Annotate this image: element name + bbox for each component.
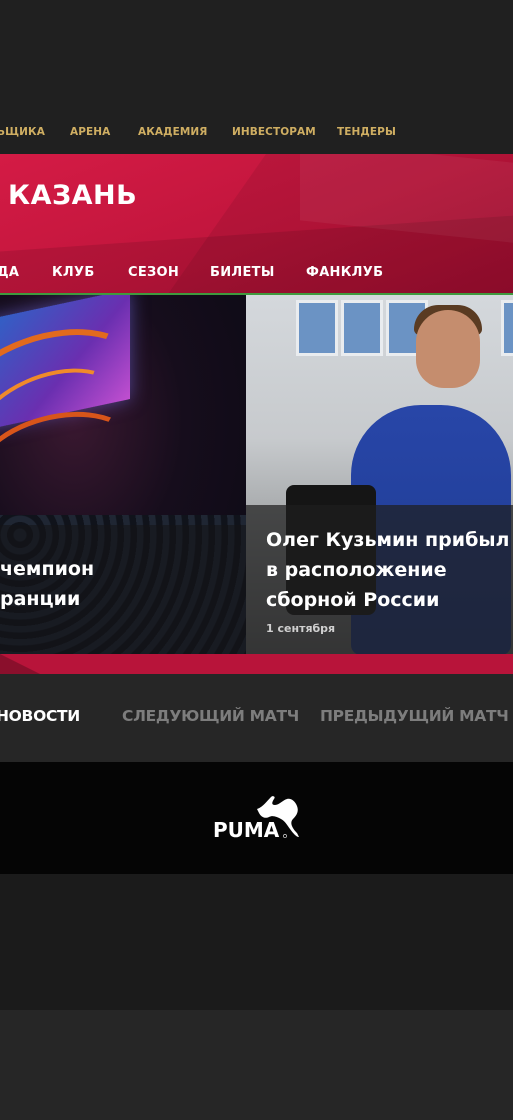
top-nav-item-tenders[interactable]: ТЕНДЕРЫ: [337, 126, 396, 138]
main-nav-item-fanclub[interactable]: ФАНКЛУБ: [306, 265, 383, 280]
main-nav-item-club[interactable]: КЛУБ: [52, 265, 95, 280]
main-nav-item-team[interactable]: ДА: [0, 265, 19, 280]
footer-bottom: [0, 1010, 513, 1120]
news-slide-kuzmin[interactable]: Олег Кузьмин прибыл в расположение сборн…: [246, 295, 513, 654]
divider-accent: [0, 654, 40, 674]
main-nav-item-season[interactable]: СЕЗОН: [128, 265, 179, 280]
slide-title-line-1[interactable]: чемпион: [0, 558, 94, 580]
slide-date: 1 сентября: [266, 622, 336, 635]
tab-next-match[interactable]: СЛЕДУЮЩИЙ МАТЧ: [122, 707, 299, 725]
content-tabs: НОВОСТИ СЛЕДУЮЩИЙ МАТЧ ПРЕДЫДУЩИЙ МАТЧ: [0, 674, 513, 762]
top-nav-item-investors[interactable]: ИНВЕСТОРАМ: [232, 126, 316, 138]
tab-previous-match[interactable]: ПРЕДЫДУЩИЙ МАТЧ: [320, 707, 509, 725]
slide-title[interactable]: Олег Кузьмин прибыл в расположение сборн…: [266, 525, 511, 615]
slide-title-line-2[interactable]: ранции: [0, 588, 80, 610]
building-window: [341, 300, 383, 356]
tab-news[interactable]: НОВОСТИ: [0, 707, 80, 725]
news-slide-ceremony[interactable]: чемпион ранции: [0, 295, 246, 654]
registered-mark: [283, 834, 287, 838]
building-window: [501, 300, 513, 356]
main-nav-item-tickets[interactable]: БИЛЕТЫ: [210, 265, 275, 280]
top-nav-item-supporters[interactable]: ЬЩИКА: [0, 126, 45, 138]
building-window: [296, 300, 338, 356]
player-face: [416, 310, 480, 388]
club-title[interactable]: КАЗАНЬ: [8, 180, 137, 211]
puma-wordmark: PUMA: [213, 818, 280, 842]
puma-logo[interactable]: PUMA: [213, 795, 303, 843]
footer-top: [0, 874, 513, 1010]
section-divider: [0, 654, 513, 674]
top-nav-item-academy[interactable]: АКАДЕМИЯ: [138, 126, 207, 138]
top-nav-item-arena[interactable]: АРЕНА: [70, 126, 110, 138]
